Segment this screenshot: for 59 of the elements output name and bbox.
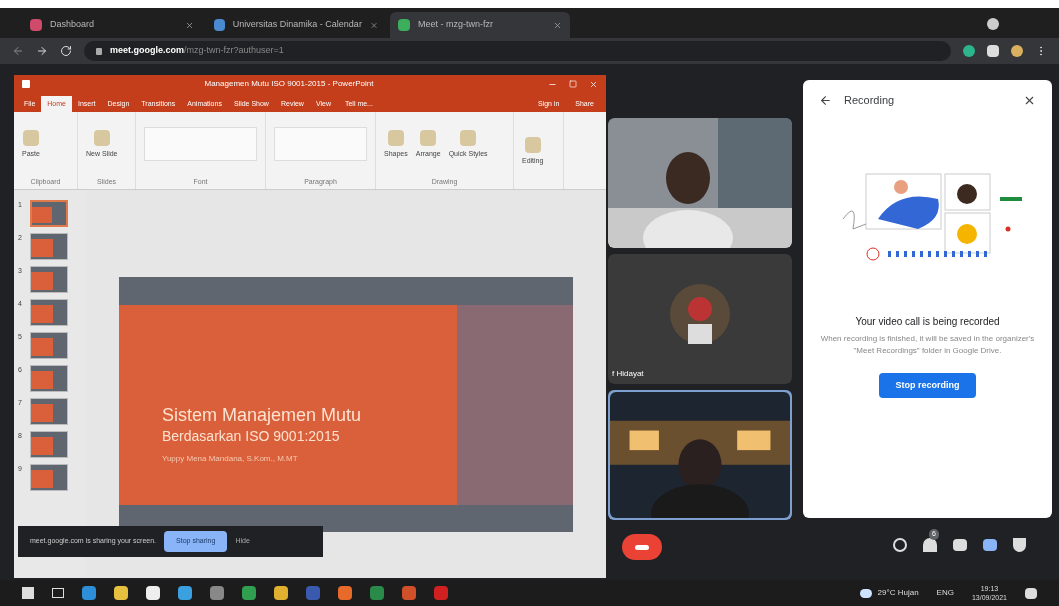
- app-icon[interactable]: [178, 586, 192, 600]
- app-icon[interactable]: [274, 586, 288, 600]
- forward-icon[interactable]: [36, 45, 48, 57]
- stop-recording-button[interactable]: Stop recording: [879, 372, 976, 398]
- app-icon[interactable]: [434, 586, 448, 600]
- app-icon[interactable]: [210, 586, 224, 600]
- app-icon[interactable]: [370, 586, 384, 600]
- tab-favicon-icon: [214, 19, 225, 31]
- slide-thumbnail[interactable]: [30, 332, 68, 359]
- slide-thumbnail[interactable]: [30, 365, 68, 392]
- ribbon-icon: [22, 130, 39, 147]
- ribbon-icon: [387, 130, 404, 147]
- browser-tab[interactable]: Dashboard: [22, 12, 202, 38]
- slide-thumbnail[interactable]: [30, 266, 68, 293]
- app-icon[interactable]: [114, 586, 128, 600]
- slide-thumbnail[interactable]: [30, 464, 68, 491]
- window-title: Managemen Mutu ISO 9001-2015 - PowerPoint: [203, 78, 375, 90]
- app-icon[interactable]: [242, 586, 256, 600]
- slide-title: Sistem Manajemen Mutu: [162, 404, 363, 426]
- browser-tab[interactable]: Meet - mzg-twn-fzr: [390, 12, 570, 38]
- url-text: meet.google.com/mzg-twn-fzr?authuser=1: [110, 44, 284, 58]
- slide-subtitle: Berdasarkan ISO 9001:2015: [162, 427, 341, 446]
- language-indicator[interactable]: ENG: [936, 587, 954, 599]
- profile-icon: [987, 18, 999, 30]
- recording-description: When recording is finished, it will be saved in the organizer's "Meet Recordings" folder in Google Drive.: [819, 332, 1036, 357]
- ribbon-icon: [420, 130, 437, 147]
- app-icon[interactable]: [82, 586, 96, 600]
- weather-icon: [859, 588, 872, 598]
- slide-thumbnail[interactable]: [30, 431, 68, 458]
- back-icon[interactable]: [819, 93, 832, 107]
- ribbon-icon: [460, 130, 477, 147]
- task-view-icon[interactable]: [52, 588, 64, 598]
- maximize-icon[interactable]: [569, 80, 577, 88]
- tab-favicon-icon: [398, 19, 410, 31]
- slide-thumbnail[interactable]: [30, 299, 68, 326]
- slide-thumbnail[interactable]: [30, 200, 68, 227]
- recording-heading: Your video call is being recorded: [855, 314, 1000, 329]
- avatar-icon[interactable]: [1011, 45, 1023, 57]
- panel-title: Recording: [844, 93, 896, 108]
- ribbon-icon: [524, 136, 541, 153]
- app-icon[interactable]: [338, 586, 352, 600]
- browser-tab[interactable]: Universitas Dinamika - Calendar: [206, 12, 386, 38]
- close-icon[interactable]: [185, 20, 194, 30]
- hang-up-button[interactable]: [622, 534, 662, 560]
- address-field[interactable]: meet.google.com/mzg-twn-fzr?authuser=1: [84, 41, 951, 61]
- participant-name: f Hidayat: [612, 368, 644, 380]
- slide-thumbnail[interactable]: [30, 233, 68, 260]
- slide-thumbnail[interactable]: [30, 398, 68, 425]
- app-icon[interactable]: [146, 586, 160, 600]
- app-icon[interactable]: [402, 586, 416, 600]
- tab-title: Meet - mzg-twn-fzr: [418, 18, 494, 32]
- tab-title: Universitas Dinamika - Calendar: [232, 18, 362, 32]
- ribbon-icon: [93, 130, 110, 147]
- weather-text: 29°C Hujan: [877, 587, 919, 599]
- reload-icon[interactable]: [60, 45, 72, 57]
- slide-author: Yuppy Mena Mandana, S.Kom., M.MT: [162, 453, 299, 465]
- info-icon[interactable]: [893, 538, 907, 552]
- tab-favicon-icon: [30, 19, 42, 31]
- tab-title: Dashboard: [50, 18, 96, 32]
